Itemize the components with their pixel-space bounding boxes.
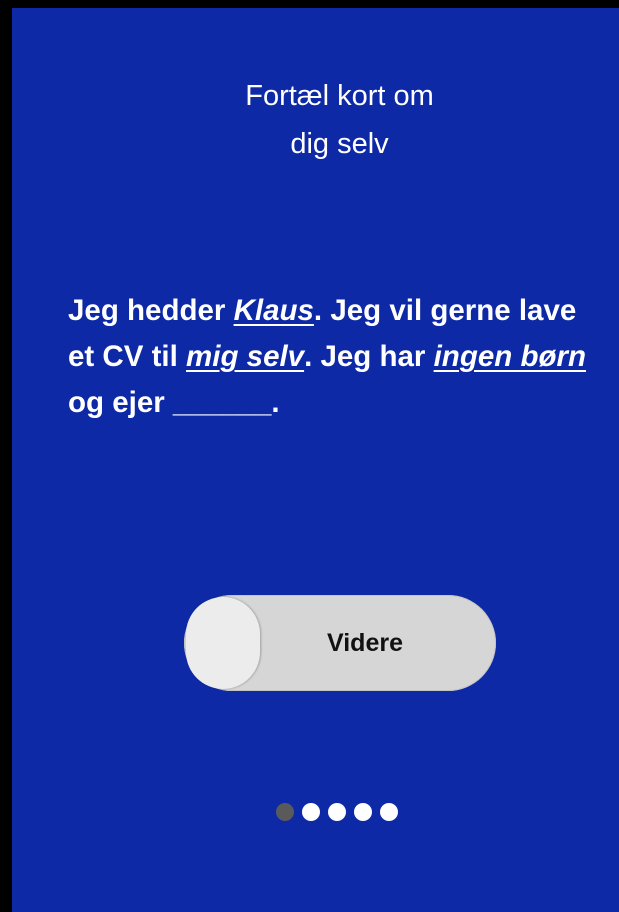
name-fill-in[interactable]: Klaus <box>234 294 314 327</box>
page-dot-3[interactable] <box>328 803 346 821</box>
continue-slider[interactable]: Videre <box>184 595 496 691</box>
sentence-text-3: . Jeg har <box>304 340 434 373</box>
page-dot-4[interactable] <box>354 803 372 821</box>
sentence-text-1: Jeg hedder <box>68 294 234 327</box>
page-title-line-2: dig selv <box>290 128 389 160</box>
sentence-text-4: og ejer ______. <box>68 386 280 419</box>
page-indicator <box>276 803 398 821</box>
cv-for-fill-in[interactable]: mig selv <box>186 340 304 373</box>
slider-label: Videre <box>327 629 403 657</box>
device-frame: Fortæl kort om dig selv Jeg hedder Klaus… <box>0 0 619 912</box>
slider-knob[interactable] <box>186 597 260 689</box>
intro-sentence: Jeg hedder Klaus. Jeg vil gerne lave et … <box>68 288 608 426</box>
children-fill-in[interactable]: ingen børn <box>434 340 586 373</box>
page-dot-2[interactable] <box>302 803 320 821</box>
page-dot-1[interactable] <box>276 803 294 821</box>
page-title: Fortæl kort om dig selv <box>12 72 619 168</box>
page-dot-5[interactable] <box>380 803 398 821</box>
onboarding-screen: Fortæl kort om dig selv Jeg hedder Klaus… <box>12 8 619 912</box>
page-title-line-1: Fortæl kort om <box>245 80 434 112</box>
